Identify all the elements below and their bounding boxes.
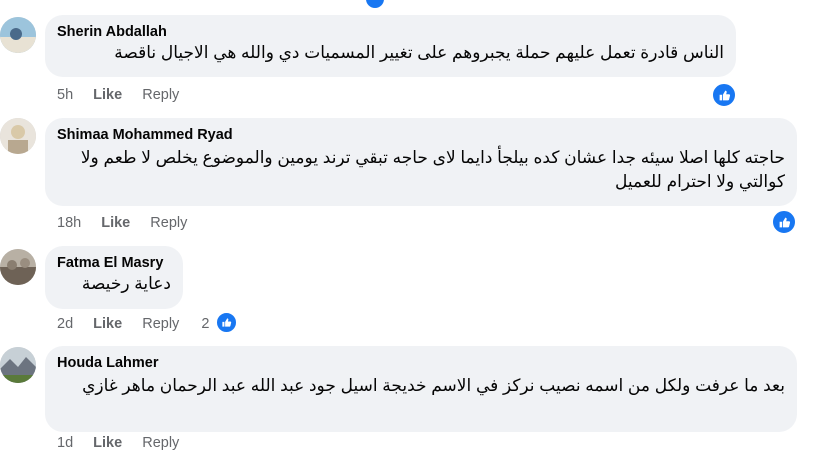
- comment-author[interactable]: Shimaa Mohammed Ryad: [57, 126, 785, 144]
- avatar[interactable]: [0, 347, 36, 383]
- comment-author[interactable]: Houda Lahmer: [57, 354, 785, 372]
- avatar[interactable]: [0, 249, 36, 285]
- comment-bubble: Fatma El Masry دعاية رخيصة: [45, 246, 183, 309]
- comment-actions: 1d Like Reply: [57, 434, 179, 452]
- comment-timestamp[interactable]: 2d: [57, 315, 73, 333]
- comment-text: بعد ما عرفت ولكل من اسمه نصيب نركز في ال…: [82, 376, 785, 395]
- like-reaction-icon[interactable]: [771, 209, 797, 235]
- comment-text: الناس قادرة تعمل عليهم حملة يجبروهم على …: [114, 43, 724, 62]
- like-reaction-icon[interactable]: [215, 311, 238, 334]
- comment-timestamp[interactable]: 1d: [57, 434, 73, 452]
- thumbs-up-icon: [719, 90, 730, 100]
- thumbs-up-icon: [222, 318, 232, 327]
- like-button[interactable]: Like: [101, 214, 130, 232]
- avatar[interactable]: [0, 17, 36, 53]
- comment-timestamp[interactable]: 18h: [57, 214, 81, 232]
- reaction-count[interactable]: 2: [201, 315, 209, 333]
- like-reaction-icon-partial: [366, 0, 384, 8]
- comment-actions: 5h Like Reply: [57, 86, 179, 104]
- comment-text: حاجته كلها اصلا سيئه جدا عشان كده بيلجأ …: [80, 148, 785, 191]
- comment-text: دعاية رخيصة: [81, 274, 171, 293]
- comment-bubble: Sherin Abdallah الناس قادرة تعمل عليهم ح…: [45, 15, 736, 77]
- thumbs-up-icon: [779, 217, 790, 227]
- like-button[interactable]: Like: [93, 86, 122, 104]
- like-button[interactable]: Like: [93, 434, 122, 452]
- like-reaction-icon[interactable]: [711, 82, 737, 108]
- reply-button[interactable]: Reply: [142, 315, 179, 333]
- comment-bubble: Shimaa Mohammed Ryad حاجته كلها اصلا سيئ…: [45, 118, 797, 206]
- comment-bubble: Houda Lahmer بعد ما عرفت ولكل من اسمه نص…: [45, 346, 797, 432]
- avatar[interactable]: [0, 118, 36, 154]
- comment-actions: 2d Like Reply 2: [57, 315, 209, 333]
- reply-button[interactable]: Reply: [142, 86, 179, 104]
- avatar-image: [0, 17, 36, 53]
- avatar-image: [0, 347, 36, 383]
- reply-button[interactable]: Reply: [150, 214, 187, 232]
- comment-actions: 18h Like Reply: [57, 214, 187, 232]
- avatar-image: [0, 118, 36, 154]
- avatar-image: [0, 249, 36, 285]
- like-button[interactable]: Like: [93, 315, 122, 333]
- comment-author[interactable]: Sherin Abdallah: [57, 23, 724, 41]
- comment-author[interactable]: Fatma El Masry: [57, 254, 171, 272]
- comment-timestamp[interactable]: 5h: [57, 86, 73, 104]
- reply-button[interactable]: Reply: [142, 434, 179, 452]
